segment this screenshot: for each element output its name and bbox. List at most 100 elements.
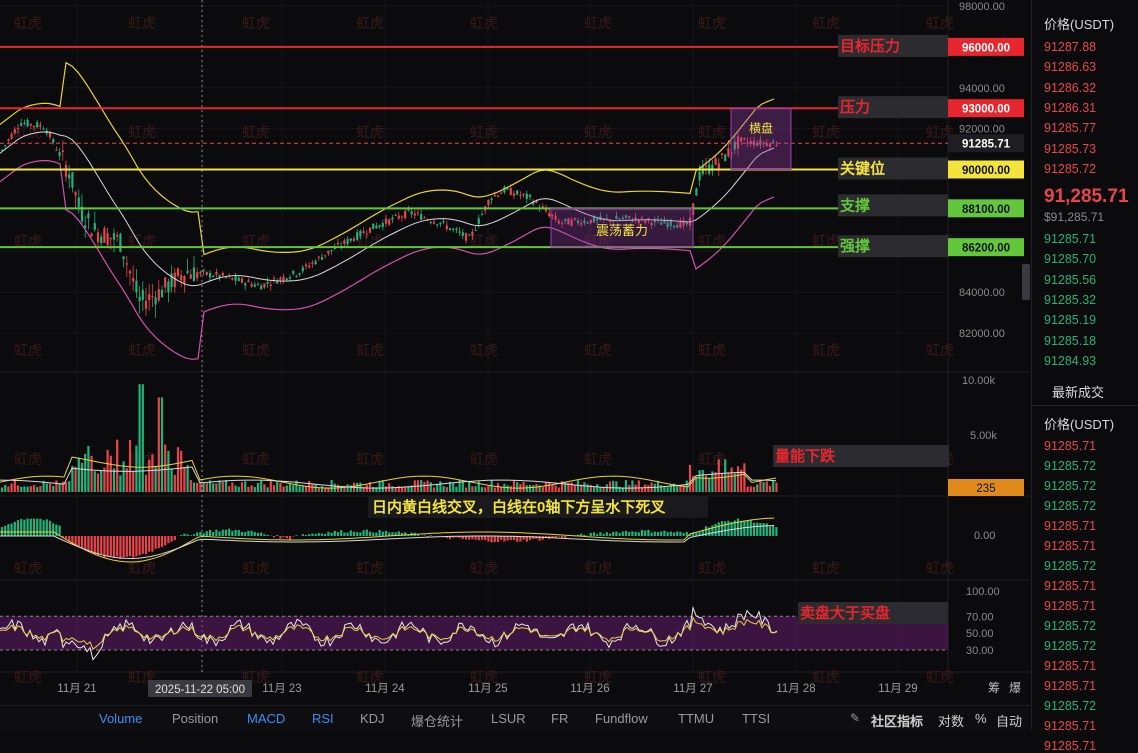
indicator-tab-macd[interactable]: MACD — [247, 711, 285, 726]
trade-price-row: 91285.72 — [1044, 499, 1096, 513]
ask-price-row[interactable]: 91286.32 — [1044, 81, 1096, 95]
indicator-tab-fr[interactable]: FR — [551, 711, 568, 726]
macd-histogram-bar — [129, 536, 131, 556]
macd-histogram-bar — [337, 532, 339, 536]
macd-histogram-bar — [132, 536, 134, 557]
volume-bar — [94, 471, 96, 492]
ask-price-row[interactable]: 91286.31 — [1044, 101, 1096, 115]
indicator-tab-爆仓统计[interactable]: 爆仓统计 — [411, 711, 463, 730]
volume-bar — [161, 397, 163, 492]
watermark-text: 虹虎 — [698, 452, 726, 468]
price-level-label: 96000.00 — [962, 42, 1010, 54]
percent-scale-toggle[interactable]: % — [975, 711, 987, 726]
latest-trades-title[interactable]: 最新成交 — [1052, 382, 1104, 401]
candlestick-chart-svg[interactable]: 虹虎虹虎虹虎虹虎虹虎虹虎虹虎虹虎虹虎虹虎虹虎虹虎虹虎虹虎虹虎虹虎虹虎虹虎虹虎虹虎… — [0, 0, 1030, 705]
indicator-tab-rsi[interactable]: RSI — [312, 711, 334, 726]
lower-band-line — [0, 161, 774, 360]
candle-body — [14, 129, 16, 133]
volume-bar — [145, 475, 147, 492]
price-chart[interactable]: 虹虎虹虎虹虎虹虎虹虎虹虎虹虎虹虎虹虎虹虎虹虎虹虎虹虎虹虎虹虎虹虎虹虎虹虎虹虎虹虎… — [0, 0, 1030, 705]
bid-price-row[interactable]: 91285.32 — [1044, 293, 1096, 307]
sideways-label: 横盘 — [749, 121, 773, 136]
indicator-tab-fundflow[interactable]: Fundflow — [595, 711, 648, 726]
bid-price-row[interactable]: 91284.93 — [1044, 354, 1096, 368]
macd-histogram-bar — [497, 536, 499, 542]
watermark-text: 虹虎 — [242, 343, 270, 359]
annotation-key-level: 关键位 — [840, 160, 885, 178]
bid-price-row[interactable]: 91285.70 — [1044, 252, 1096, 266]
indicator-tab-position[interactable]: Position — [172, 711, 218, 726]
ask-price-row[interactable]: 91286.63 — [1044, 60, 1096, 74]
ask-price-row[interactable]: 91285.77 — [1044, 121, 1096, 135]
macd-histogram-bar — [417, 535, 419, 536]
volume-bar — [587, 484, 589, 492]
indicator-tab-ttsi[interactable]: TTSI — [742, 711, 770, 726]
panel-resize-handle[interactable] — [1022, 264, 1030, 300]
ask-price-row[interactable]: 91285.72 — [1044, 162, 1096, 176]
price-level-label: 88100.00 — [962, 204, 1010, 216]
rsi-axis-tick: 50.00 — [966, 628, 994, 640]
volume-bar — [100, 471, 102, 492]
candle-body — [39, 125, 41, 127]
candle-body — [491, 199, 493, 200]
volume-bar — [20, 487, 22, 492]
price-axis-tick: 98000.00 — [959, 1, 1005, 13]
volume-bar — [430, 482, 432, 492]
indicator-tab-ttmu[interactable]: TTMU — [678, 711, 714, 726]
bid-price-row[interactable]: 91285.18 — [1044, 334, 1096, 348]
bid-price-row[interactable]: 91285.71 — [1044, 232, 1096, 246]
volume-bar — [606, 484, 608, 492]
candle-body — [155, 297, 157, 304]
ask-price-row[interactable]: 91285.73 — [1044, 142, 1096, 156]
candle-body — [241, 278, 243, 282]
log-scale-toggle[interactable]: 对数 — [938, 711, 964, 730]
macd-histogram-bar — [475, 536, 477, 540]
candle-body — [257, 284, 259, 285]
bid-price-row[interactable]: 91285.19 — [1044, 313, 1096, 327]
annotation-volume-drop: 量能下跌 — [775, 447, 836, 465]
candle-body — [65, 165, 67, 177]
candle-body — [695, 188, 697, 195]
volume-bar — [289, 483, 291, 492]
volume-bar — [583, 482, 585, 492]
sideways-box — [731, 108, 791, 169]
candle-body — [68, 174, 70, 178]
volume-bar — [702, 470, 704, 492]
community-indicators-button[interactable]: 社区指标 — [871, 711, 923, 730]
bid-price-row[interactable]: 91285.56 — [1044, 273, 1096, 287]
volume-bar — [545, 482, 547, 492]
macd-histogram-bar — [231, 531, 233, 536]
volume-bar — [436, 484, 438, 492]
volume-current-label: 235 — [976, 483, 995, 495]
candle-body — [94, 223, 96, 230]
indicator-tab-kdj[interactable]: KDJ — [360, 711, 385, 726]
macd-histogram-bar — [763, 523, 765, 536]
macd-histogram-bar — [478, 536, 480, 540]
candle-body — [423, 218, 425, 219]
ask-price-row[interactable]: 91287.88 — [1044, 40, 1096, 54]
volume-bar — [52, 486, 54, 492]
edit-icon[interactable]: ✎ — [850, 711, 860, 725]
watermark-text: 虹虎 — [584, 343, 612, 359]
indicator-tab-volume[interactable]: Volume — [99, 711, 142, 726]
trade-price-row: 91285.71 — [1044, 739, 1096, 753]
last-price: 91,285.71 — [1044, 186, 1129, 208]
candle-body — [238, 278, 240, 281]
volume-bar — [14, 480, 16, 492]
candle-body — [100, 237, 102, 244]
volume-bar — [11, 484, 13, 492]
volume-bar — [305, 486, 307, 492]
candle-body — [267, 282, 269, 284]
macd-histogram-bar — [683, 533, 685, 536]
macd-histogram-bar — [619, 533, 621, 536]
watermark-text: 虹虎 — [812, 561, 840, 577]
auto-scale-toggle[interactable]: 自动 — [996, 711, 1022, 730]
candle-body — [71, 172, 73, 188]
macd-note: 日内黄白线交叉，白线在0轴下方呈水下死叉 — [372, 498, 666, 516]
candle-body — [462, 232, 464, 236]
volume-bar — [347, 484, 349, 492]
volume-bar — [731, 467, 733, 492]
macd-histogram-bar — [190, 535, 192, 536]
indicator-tab-lsur[interactable]: LSUR — [491, 711, 526, 726]
volume-bar — [471, 486, 473, 492]
